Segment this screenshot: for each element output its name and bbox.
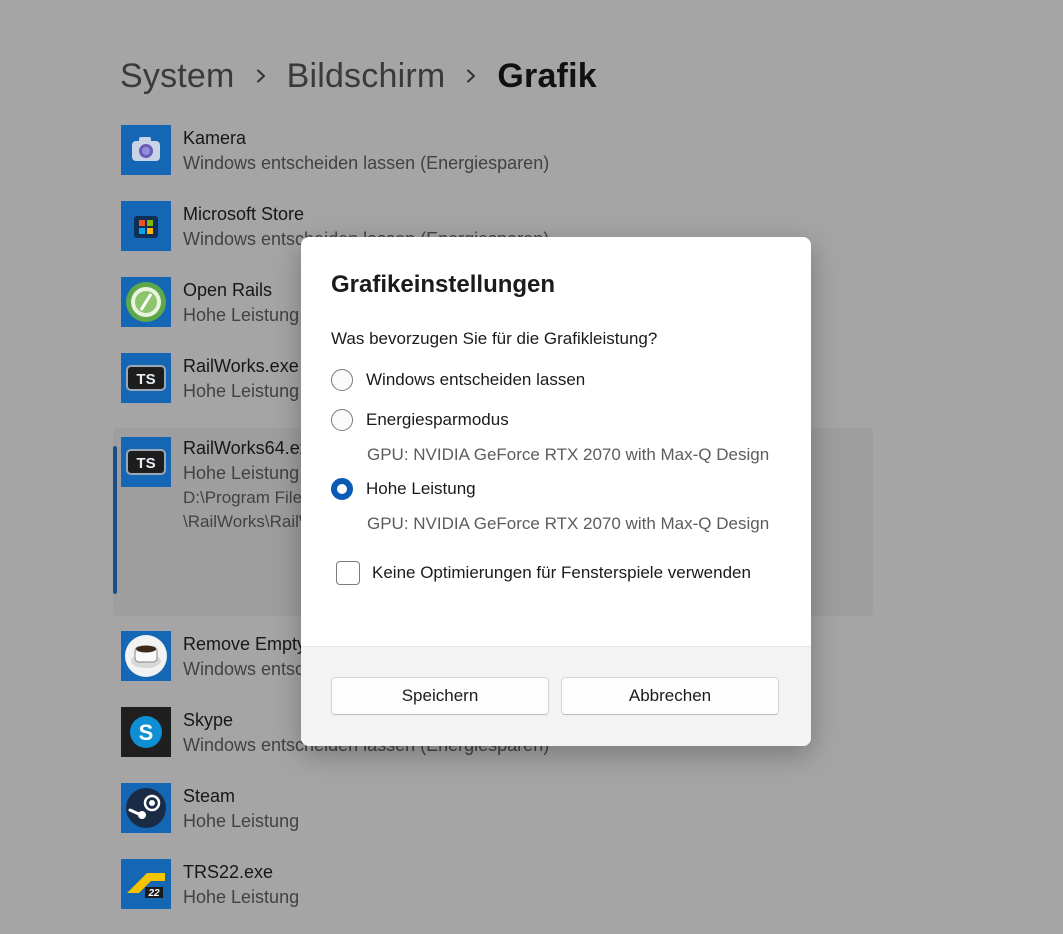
app-name: Microsoft Store	[183, 204, 305, 224]
app-name: TRS22.exe	[183, 862, 274, 882]
app-name: Steam	[183, 786, 236, 806]
app-name: Skype	[183, 710, 234, 730]
graphics-settings-dialog: Grafikeinstellungen Was bevorzugen Sie f…	[301, 237, 811, 746]
checkbox-label: Keine Optimierungen für Fensterspiele ve…	[372, 563, 751, 582]
breadcrumb: System Bildschirm Grafik	[120, 52, 597, 100]
app-preference: Hohe Leistung	[183, 381, 300, 401]
selection-indicator	[113, 446, 117, 594]
radio-button-selected[interactable]	[331, 478, 353, 500]
radio-label: Energiesparmodus	[366, 410, 509, 429]
dialog-question: Was bevorzugen Sie für die Grafikleistun…	[331, 329, 658, 348]
dialog-footer: Speichern Abbrechen	[301, 646, 811, 746]
radio-high-performance[interactable]: Hohe Leistung	[331, 478, 476, 500]
chevron-right-icon	[445, 69, 497, 83]
svg-text:S: S	[139, 720, 154, 745]
app-item-kamera[interactable]: Kamera Windows entscheiden lassen (Energ…	[113, 124, 873, 200]
windowed-optimizations-checkbox-row[interactable]: Keine Optimierungen für Fensterspiele ve…	[336, 561, 751, 585]
ts-icon: TS	[121, 437, 171, 487]
coffee-cup-icon	[121, 631, 171, 681]
radio-label: Hohe Leistung	[366, 479, 476, 498]
chevron-right-icon	[235, 69, 287, 83]
page-title: Grafik	[497, 56, 597, 95]
gpu-info: GPU: NVIDIA GeForce RTX 2070 with Max-Q …	[367, 445, 770, 464]
app-name: RailWorks.exe	[183, 356, 299, 376]
svg-text:TS: TS	[136, 371, 155, 388]
app-preference: Hohe Leistung	[183, 305, 300, 325]
svg-text:TS: TS	[136, 455, 155, 472]
steam-icon	[121, 783, 171, 833]
camera-icon	[121, 125, 171, 175]
radio-label: Windows entscheiden lassen	[366, 370, 586, 389]
app-preference: Hohe Leistung	[183, 463, 300, 483]
app-name: Kamera	[183, 128, 247, 148]
app-item-trs22[interactable]: 22 TRS22.exe Hohe Leistung	[113, 858, 873, 934]
app-preference: Windows entscheiden lassen (Energiespare…	[183, 153, 550, 173]
radio-power-saving[interactable]: Energiesparmodus	[331, 409, 509, 431]
radio-button[interactable]	[331, 409, 353, 431]
skype-icon: S	[121, 707, 171, 757]
app-name: RailWorks64.exe	[183, 438, 319, 458]
app-item-steam[interactable]: Steam Hohe Leistung	[113, 782, 873, 858]
breadcrumb-system[interactable]: System	[120, 57, 235, 96]
dialog-title: Grafikeinstellungen	[331, 271, 556, 298]
ts-icon: TS	[121, 353, 171, 403]
trs22-icon: 22	[121, 859, 171, 909]
breadcrumb-bildschirm[interactable]: Bildschirm	[287, 57, 446, 96]
open-rails-icon	[121, 277, 171, 327]
save-button[interactable]: Speichern	[331, 677, 549, 715]
radio-button[interactable]	[331, 369, 353, 391]
radio-windows-decide[interactable]: Windows entscheiden lassen	[331, 369, 585, 391]
app-preference: Hohe Leistung	[183, 811, 300, 831]
svg-text:22: 22	[147, 888, 160, 899]
store-icon	[121, 201, 171, 251]
app-preference: Hohe Leistung	[183, 887, 300, 907]
cancel-button[interactable]: Abbrechen	[561, 677, 779, 715]
gpu-info: GPU: NVIDIA GeForce RTX 2070 with Max-Q …	[367, 514, 770, 533]
checkbox[interactable]	[336, 561, 360, 585]
app-name: Open Rails	[183, 280, 273, 300]
